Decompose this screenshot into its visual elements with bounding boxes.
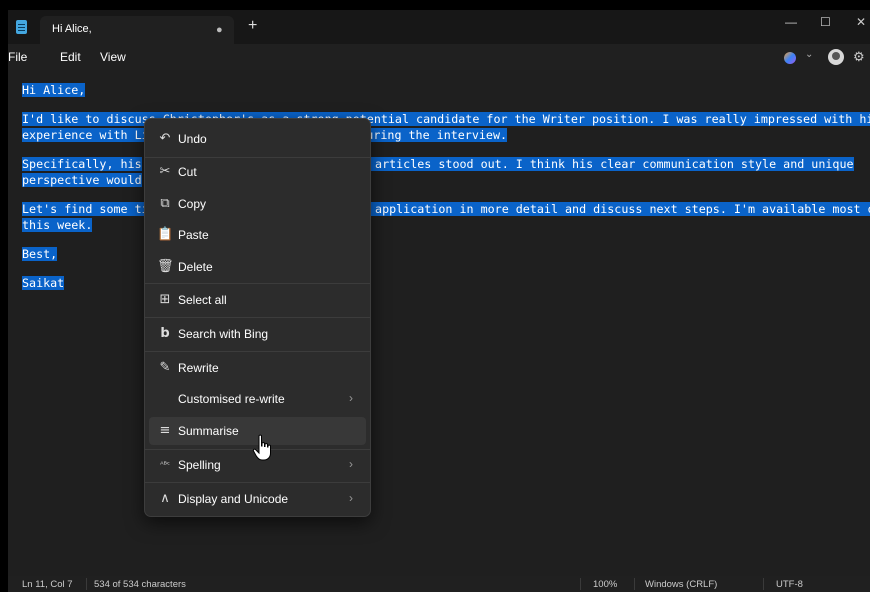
menu-item-customised-rewrite[interactable]: Customised re-write › bbox=[149, 385, 366, 413]
notepad-app-icon bbox=[16, 20, 27, 34]
status-divider bbox=[580, 578, 581, 590]
menu-item-label: Spelling bbox=[178, 458, 221, 472]
zoom-level[interactable]: 100% bbox=[593, 579, 617, 590]
select-all-icon: ⊞ bbox=[159, 292, 171, 307]
cursor-position: Ln 11, Col 7 bbox=[22, 579, 73, 590]
menu-item-undo[interactable]: ↶ Undo bbox=[149, 125, 366, 153]
menu-file[interactable]: File bbox=[8, 50, 27, 64]
text-line: this week. bbox=[22, 218, 93, 232]
maximize-button[interactable]: ☐ bbox=[820, 15, 831, 29]
menu-item-label: Select all bbox=[178, 293, 227, 307]
menu-item-copy[interactable]: ⧉ Copy bbox=[149, 190, 366, 218]
menu-item-search-bing[interactable]: b Search with Bing bbox=[149, 320, 366, 348]
chevron-right-icon: › bbox=[349, 457, 353, 471]
status-divider bbox=[763, 578, 764, 590]
menu-item-rewrite[interactable]: ✎ Rewrite bbox=[149, 354, 366, 382]
menu-item-label: Summarise bbox=[178, 424, 239, 438]
character-count: 534 of 534 characters bbox=[94, 579, 186, 590]
menu-item-label: Delete bbox=[178, 260, 213, 274]
menu-edit[interactable]: Edit bbox=[60, 50, 81, 64]
menu-divider bbox=[145, 351, 370, 352]
close-button[interactable]: ✕ bbox=[856, 15, 866, 29]
undo-icon: ↶ bbox=[159, 131, 171, 146]
status-divider bbox=[634, 578, 635, 590]
menu-item-label: Customised re-write bbox=[178, 392, 285, 406]
unicode-icon: ∧ bbox=[160, 491, 170, 506]
gear-icon[interactable]: ⚙ bbox=[853, 49, 865, 65]
chevron-right-icon: › bbox=[349, 391, 353, 405]
text-editor[interactable]: Hi Alice, I'd like to discuss Christophe… bbox=[8, 70, 870, 576]
summarise-icon: ≡ bbox=[159, 423, 171, 438]
trash-icon: 🗑 bbox=[157, 259, 174, 274]
notepad-window: Hi Alice, ● + — ☐ ✕ File Edit View ⌄ ⚙ H… bbox=[8, 10, 870, 592]
text-line: experience with Li bbox=[22, 128, 149, 142]
rewrite-icon: ✎ bbox=[159, 360, 171, 375]
avatar[interactable] bbox=[828, 49, 844, 65]
status-divider bbox=[86, 578, 87, 590]
text-line: articles stood out. I think his clear co… bbox=[368, 157, 854, 171]
menu-item-label: Paste bbox=[178, 228, 209, 242]
menu-item-paste[interactable]: 📋 Paste bbox=[149, 221, 366, 249]
text-line: Specifically, his bbox=[22, 157, 142, 171]
menu-item-delete[interactable]: 🗑 Delete bbox=[149, 253, 366, 281]
menu-view[interactable]: View bbox=[100, 50, 126, 64]
chevron-right-icon: › bbox=[349, 491, 353, 505]
spelling-icon: ᴬᴮᶜ bbox=[160, 460, 170, 469]
hand-pointer-icon bbox=[252, 434, 271, 461]
tab-title: Hi Alice, bbox=[52, 23, 92, 35]
text-line: Let's find some ti bbox=[22, 202, 149, 216]
bing-icon: b bbox=[160, 326, 170, 341]
menu-item-display-unicode[interactable]: ∧ Display and Unicode › bbox=[149, 485, 366, 513]
menu-item-label: Copy bbox=[178, 197, 207, 211]
copilot-icon[interactable] bbox=[784, 52, 796, 64]
chevron-down-icon[interactable]: ⌄ bbox=[805, 49, 813, 60]
text-line: application in more detail and discuss n… bbox=[368, 201, 870, 217]
menu-item-label: Display and Unicode bbox=[178, 492, 289, 506]
text-line: Saikat bbox=[22, 276, 65, 290]
menu-divider bbox=[145, 317, 370, 318]
menu-bar: File Edit View ⌄ ⚙ bbox=[8, 44, 870, 70]
unsaved-dot-icon[interactable]: ● bbox=[216, 24, 223, 36]
paste-icon: 📋 bbox=[157, 227, 174, 242]
menu-divider bbox=[145, 482, 370, 483]
menu-item-select-all[interactable]: ⊞ Select all bbox=[149, 286, 366, 314]
menu-divider bbox=[145, 283, 370, 284]
text-line: Best, bbox=[22, 247, 58, 261]
scissors-icon: ✂ bbox=[159, 164, 171, 179]
line-ending[interactable]: Windows (CRLF) bbox=[645, 579, 717, 590]
menu-item-label: Rewrite bbox=[178, 361, 219, 375]
menu-item-label: Cut bbox=[178, 165, 197, 179]
title-bar: Hi Alice, ● + — ☐ ✕ bbox=[8, 10, 870, 44]
menu-item-label: Search with Bing bbox=[178, 327, 269, 341]
copy-icon: ⧉ bbox=[160, 196, 170, 211]
encoding[interactable]: UTF-8 bbox=[776, 579, 803, 590]
new-tab-button[interactable]: + bbox=[248, 18, 257, 34]
tab-hi-alice[interactable]: Hi Alice, ● bbox=[40, 16, 234, 44]
text-line: Hi Alice, bbox=[22, 83, 86, 97]
menu-item-cut[interactable]: ✂ Cut bbox=[149, 158, 366, 186]
minimize-button[interactable]: — bbox=[785, 15, 797, 29]
text-line: perspective would bbox=[22, 173, 142, 187]
status-bar: Ln 11, Col 7 534 of 534 characters 100% … bbox=[8, 576, 870, 592]
menu-item-label: Undo bbox=[178, 132, 207, 146]
